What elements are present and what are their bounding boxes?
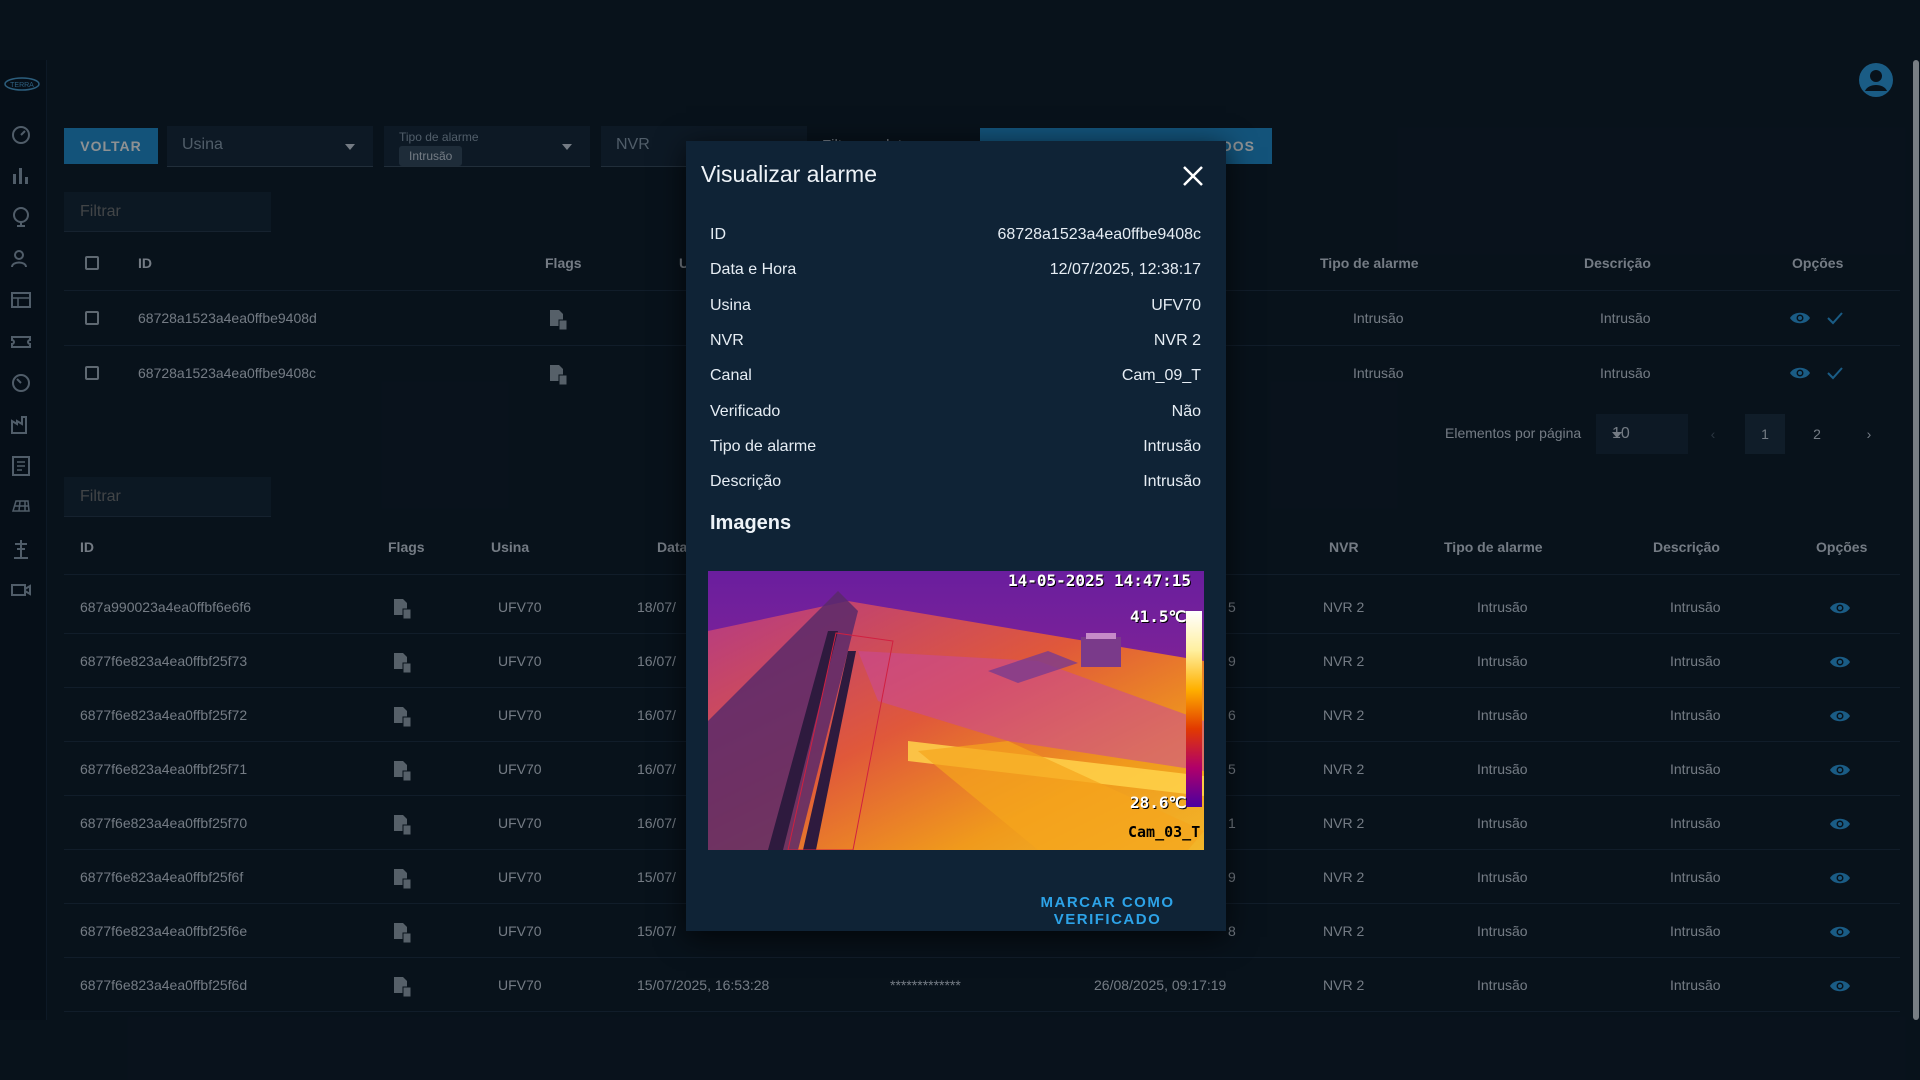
field-value: Intrusão xyxy=(1143,473,1201,490)
field-value: Intrusão xyxy=(1143,438,1201,455)
field-row-nvr: NVR NVR 2 xyxy=(710,332,1201,356)
thermal-color-scale xyxy=(1186,611,1202,807)
thermal-camera-label: Cam_03_T xyxy=(1128,823,1201,841)
field-row-canal: Canal Cam_09_T xyxy=(710,367,1201,391)
close-icon[interactable] xyxy=(1180,163,1206,189)
field-row-id: ID 68728a1523a4ea0ffbe9408c xyxy=(710,226,1201,250)
field-row-descricao: Descrição Intrusão xyxy=(710,473,1201,497)
field-row-verificado: Verificado Não xyxy=(710,403,1201,427)
field-value: Cam_09_T xyxy=(1121,367,1201,384)
thermal-temp-max: 41.5℃ xyxy=(1130,607,1187,626)
field-label: Verificado xyxy=(710,403,781,420)
alarm-modal: Visualizar alarme ID 68728a1523a4ea0ffbe9… xyxy=(686,141,1226,931)
field-label: Tipo de alarme xyxy=(710,438,817,455)
main-content: VOLTAR Usina Tipo de alarme Intrusão NVR… xyxy=(0,0,1920,1080)
images-title: Imagens xyxy=(710,512,792,534)
field-label: Usina xyxy=(710,297,751,314)
thermal-temp-min: 28.6℃ xyxy=(1130,793,1187,812)
marcar-verificado-button[interactable]: MARCAR COMO VERIFICADO xyxy=(989,893,1226,929)
field-row-data-hora: Data e Hora 12/07/2025, 12:38:17 xyxy=(710,261,1201,285)
field-label: Data e Hora xyxy=(710,261,797,278)
field-row-usina: Usina UFV70 xyxy=(710,297,1201,321)
field-label: NVR xyxy=(710,332,744,349)
field-value: UFV70 xyxy=(1151,297,1201,314)
field-label: Canal xyxy=(710,367,752,384)
thermal-image[interactable]: 14-05-2025 14:47:15 41.5℃ 28.6℃ Cam_03_T xyxy=(708,571,1204,850)
field-value: 12/07/2025, 12:38:17 xyxy=(1049,261,1201,278)
thermal-timestamp: 14-05-2025 14:47:15 xyxy=(1008,571,1192,590)
field-value: Não xyxy=(1171,403,1201,420)
field-value: NVR 2 xyxy=(1153,332,1201,349)
field-label: ID xyxy=(710,226,726,243)
field-row-tipo: Tipo de alarme Intrusão xyxy=(710,438,1201,462)
field-value: 68728a1523a4ea0ffbe9408c xyxy=(997,226,1201,243)
field-label: Descrição xyxy=(710,473,782,490)
modal-title: Visualizar alarme xyxy=(701,161,877,187)
